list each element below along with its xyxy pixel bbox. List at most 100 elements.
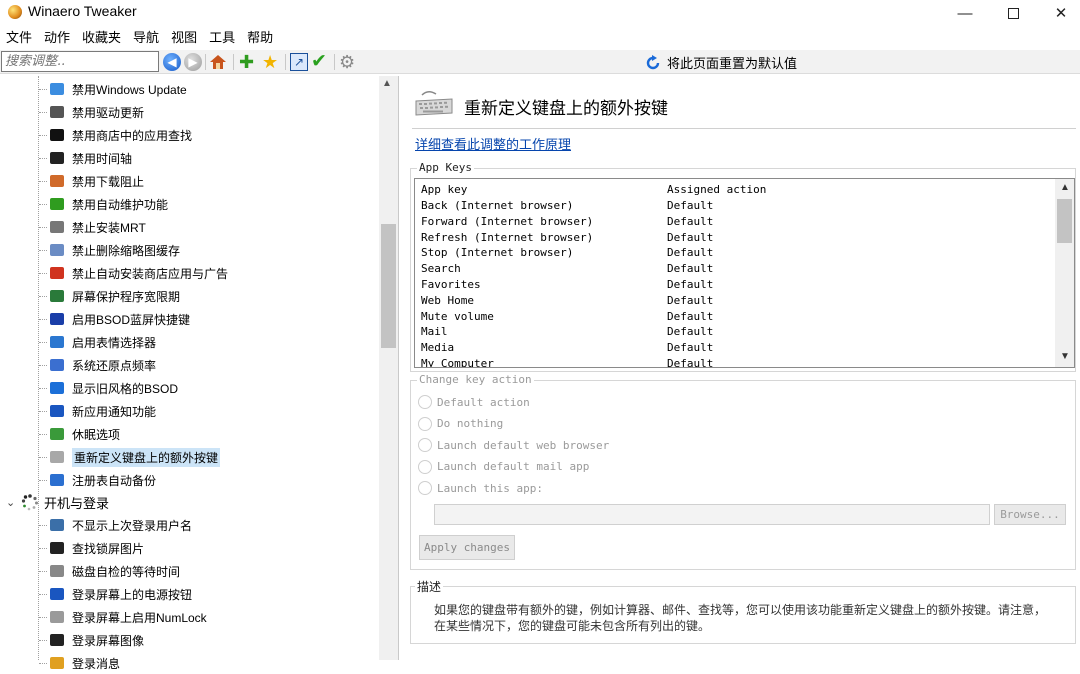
tree-item[interactable]: 禁用下载阻止 (48, 170, 144, 192)
table-row[interactable]: Search Default (421, 261, 713, 277)
assigned-action-cell: Default (667, 325, 714, 339)
key-action-radio[interactable]: Launch this app: (418, 479, 543, 497)
tree-item[interactable]: 休眠选项 (48, 423, 120, 445)
settings-gear-icon[interactable]: ⚙ (339, 53, 357, 71)
tree-item[interactable]: 禁止删除缩略图缓存 (48, 239, 180, 261)
tree-item[interactable]: 登录消息 (48, 652, 120, 674)
tree-item[interactable]: 禁用自动维护功能 (48, 193, 168, 215)
tree-item-label: 禁用驱动更新 (72, 105, 145, 120)
home-icon[interactable] (209, 53, 227, 71)
tree-item[interactable]: 禁止自动安装商店应用与广告 (48, 262, 228, 284)
tree-item-label: 禁用下载阻止 (72, 174, 145, 189)
restore-icon-glyph (50, 359, 64, 371)
keyboard-icon (48, 449, 66, 465)
tree-item[interactable]: 登录屏幕上的电源按钮 (48, 583, 192, 605)
list-scroll-thumb[interactable] (1057, 199, 1072, 243)
tree-item[interactable]: 查找锁屏图片 (48, 537, 144, 559)
radio-label: Launch default web browser (437, 438, 610, 452)
tree-item[interactable]: 登录屏幕图像 (48, 629, 144, 651)
favorites-star-icon[interactable]: ★ (262, 53, 280, 71)
tree-item[interactable]: 登录屏幕上启用NumLock (48, 606, 207, 628)
screensaver-icon (48, 288, 66, 304)
assigned-action-cell: Default (667, 278, 714, 291)
table-row[interactable]: My Computer Default (421, 356, 713, 367)
title-bar: Winaero Tweaker — ✕ (0, 0, 1080, 26)
radio-circle-icon (418, 416, 432, 431)
key-action-radio[interactable]: Do nothing (418, 415, 503, 433)
how-it-works-link[interactable]: 详细查看此调整的工作原理 (415, 134, 571, 153)
table-row[interactable]: Mute volume Default (421, 309, 713, 325)
menu-file[interactable]: 文件 (0, 28, 38, 48)
table-row[interactable]: Refresh (Internet browser) Default (421, 230, 713, 246)
tree-scrollbar[interactable] (379, 76, 398, 660)
list-scroll-down-icon[interactable]: ▼ (1060, 351, 1070, 362)
thumbnail-cache-icon-glyph (50, 244, 64, 256)
app-keys-list[interactable]: App key Assigned action Back (Internet b… (414, 178, 1075, 368)
key-action-radio[interactable]: Default action (418, 393, 530, 411)
tree-item[interactable]: 注册表自动备份 (48, 469, 156, 491)
forward-icon[interactable]: ▶ (184, 53, 202, 71)
menu-help[interactable]: 帮助 (241, 28, 279, 48)
column-header-app-key[interactable]: App key (421, 183, 467, 196)
tree-item[interactable]: 启用BSOD蓝屏快捷键 (48, 308, 190, 330)
menu-navigate[interactable]: 导航 (127, 28, 165, 48)
tree-group-startup-login[interactable]: ⌄ 开机与登录 (6, 491, 109, 513)
key-action-radio[interactable]: Launch default web browser (418, 436, 609, 454)
old-bsod-icon-glyph (50, 382, 64, 394)
key-action-radio[interactable]: Launch default mail app (418, 458, 589, 476)
chevron-down-icon[interactable]: ⌄ (6, 496, 20, 509)
tree-item[interactable]: 显示旧风格的BSOD (48, 377, 178, 399)
tree-item[interactable]: 新应用通知功能 (48, 400, 156, 422)
reset-label: 将此页面重置为默认值 (667, 56, 798, 71)
table-row[interactable]: Web Home Default (421, 293, 713, 309)
reset-page-button[interactable]: 将此页面重置为默认值 (645, 53, 797, 72)
table-row[interactable]: Back (Internet browser) Default (421, 198, 713, 214)
emoji-icon (48, 334, 66, 350)
add-favorite-icon[interactable]: ✚ (239, 53, 257, 71)
export-icon[interactable]: ↗ (290, 53, 308, 71)
menu-favorites[interactable]: 收藏夹 (76, 28, 127, 48)
tree-item[interactable]: 磁盘自检的等待时间 (48, 560, 180, 582)
tree-item[interactable]: 禁用Windows Update (48, 78, 187, 100)
login-message-icon (48, 655, 66, 671)
back-icon[interactable]: ◀ (163, 53, 181, 71)
tree-guide (39, 434, 47, 435)
assigned-action-cell: Default (667, 246, 714, 260)
menu-tools[interactable]: 工具 (203, 28, 241, 48)
timeline-icon (48, 150, 66, 166)
menu-view[interactable]: 视图 (165, 28, 203, 48)
column-header-assigned-action[interactable]: Assigned action (667, 182, 766, 198)
table-row[interactable]: Stop (Internet browser) Default (421, 245, 713, 261)
menu-action[interactable]: 动作 (38, 28, 76, 48)
table-row[interactable]: Mail Default (421, 324, 713, 340)
tree-item[interactable]: 禁用商店中的应用查找 (48, 124, 192, 146)
search-input[interactable] (1, 51, 159, 72)
list-scroll-up-icon[interactable]: ▲ (1060, 182, 1070, 193)
app-path-input[interactable] (434, 504, 990, 525)
apply-check-icon[interactable]: ✔ (311, 52, 329, 71)
minimize-button[interactable]: — (942, 0, 988, 26)
mrt-icon (48, 219, 66, 235)
table-row[interactable]: Media Default (421, 340, 713, 356)
tree-item[interactable]: 重新定义键盘上的额外按键 (48, 446, 221, 468)
store-icon (48, 127, 66, 143)
table-row[interactable]: Favorites Default (421, 277, 713, 293)
tree-item[interactable]: 禁用驱动更新 (48, 101, 144, 123)
no-ads-icon-glyph (50, 267, 64, 279)
tree-item[interactable]: 禁止安装MRT (48, 216, 146, 238)
tree-item[interactable]: 不显示上次登录用户名 (48, 514, 192, 536)
tree-scroll-thumb[interactable] (381, 224, 396, 348)
browse-button[interactable]: Browse... (994, 504, 1066, 525)
tree-item-label: 新应用通知功能 (72, 404, 157, 419)
tree-item[interactable]: 屏幕保护程序宽限期 (48, 285, 180, 307)
maximize-button[interactable] (990, 0, 1036, 26)
scroll-up-icon[interactable]: ▲ (382, 78, 392, 89)
close-button[interactable]: ✕ (1038, 0, 1080, 26)
tree-item[interactable]: 启用表情选择器 (48, 331, 156, 353)
table-row[interactable]: Forward (Internet browser) Default (421, 214, 713, 230)
app-key-cell: Stop (Internet browser) (421, 246, 574, 260)
tree-item-label: 注册表自动备份 (72, 473, 157, 488)
tree-item[interactable]: 系统还原点频率 (48, 354, 156, 376)
apply-changes-button[interactable]: Apply changes (419, 535, 515, 560)
tree-item[interactable]: 禁用时间轴 (48, 147, 132, 169)
